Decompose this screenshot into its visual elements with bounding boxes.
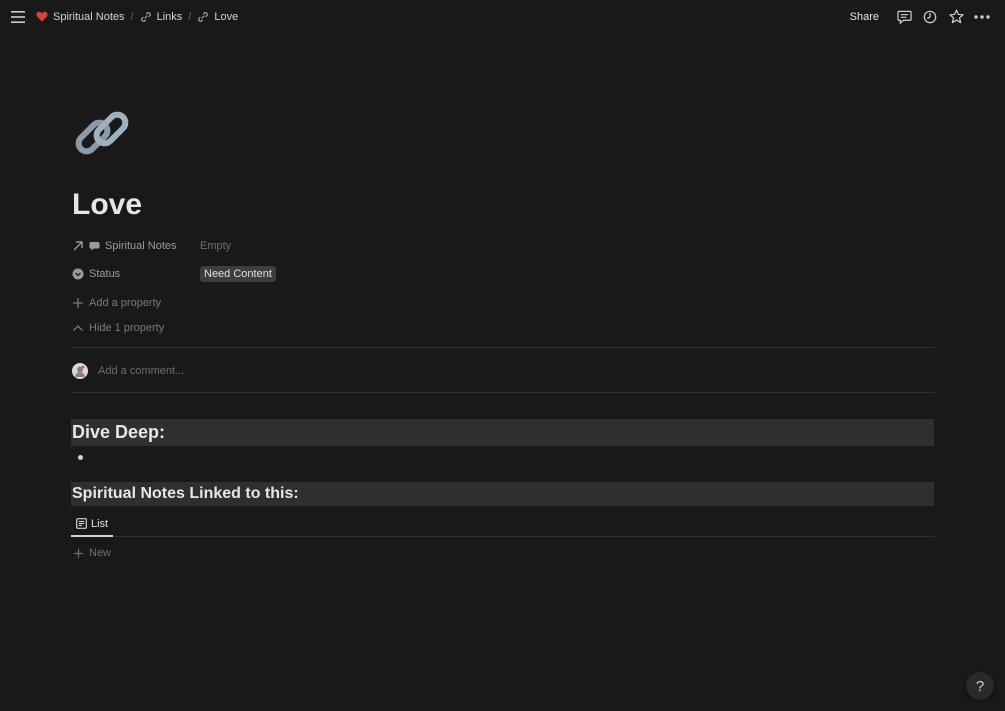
property-value[interactable]: Empty	[200, 240, 231, 252]
list-view-icon	[76, 518, 87, 529]
share-button[interactable]: Share	[850, 11, 879, 23]
breadcrumb-label: Links	[156, 10, 183, 23]
breadcrumb-label: Spiritual Notes	[53, 10, 125, 23]
breadcrumb-label: Love	[214, 10, 239, 23]
property-name[interactable]: Spiritual Notes	[72, 240, 200, 252]
more-icon	[974, 14, 990, 19]
relation-arrow-icon	[73, 241, 83, 251]
clock-icon	[923, 10, 937, 23]
breadcrumb-item-spiritual-notes[interactable]: Spiritual Notes	[36, 11, 125, 23]
heart-icon	[36, 11, 48, 22]
chevron-up-icon	[73, 325, 83, 331]
hide-property-row: Hide 1 property	[72, 316, 932, 340]
top-actions: Share	[850, 0, 995, 33]
divider	[72, 392, 934, 393]
sidebar-menu-button[interactable]	[8, 7, 28, 27]
page-title[interactable]: Love	[72, 188, 142, 222]
breadcrumb: Spiritual Notes / Links / Love	[36, 0, 238, 33]
hamburger-icon	[11, 11, 25, 23]
updates-button[interactable]	[917, 4, 943, 30]
comment-row	[72, 361, 398, 381]
heading-dive-deep[interactable]: Dive Deep:	[71, 419, 934, 446]
page-icon[interactable]	[72, 103, 132, 163]
tab-list[interactable]: List	[71, 512, 113, 537]
plus-icon	[73, 298, 83, 308]
add-property-label: Add a property	[89, 297, 162, 309]
property-row-status: Status Need Content	[72, 262, 932, 286]
new-item-button[interactable]: New	[73, 545, 111, 561]
comment-input[interactable]	[98, 365, 398, 377]
star-icon	[948, 9, 964, 24]
hide-property-button[interactable]: Hide 1 property	[72, 322, 164, 334]
hide-property-label: Hide 1 property	[89, 322, 165, 334]
plus-icon	[73, 548, 84, 558]
link-icon	[198, 11, 209, 22]
top-bar: Spiritual Notes / Links / Love Share	[0, 0, 1005, 33]
bullet-point[interactable]	[78, 455, 83, 460]
breadcrumb-separator: /	[188, 10, 192, 23]
link-icon	[140, 11, 151, 22]
divider	[72, 347, 934, 348]
chat-bubble-icon	[89, 242, 100, 251]
heading-linked-notes[interactable]: Spiritual Notes Linked to this:	[71, 482, 934, 506]
property-label: Status	[89, 268, 121, 280]
status-icon	[72, 268, 84, 280]
database-view-tabs: List	[71, 512, 934, 537]
property-name[interactable]: Status	[72, 268, 200, 280]
avatar	[72, 363, 88, 379]
help-button[interactable]: ?	[966, 672, 994, 700]
more-options-button[interactable]	[969, 4, 995, 30]
comments-button[interactable]	[891, 4, 917, 30]
breadcrumb-separator: /	[130, 10, 134, 23]
tab-label: List	[91, 517, 109, 530]
add-property-row: Add a property	[72, 291, 932, 315]
breadcrumb-item-links[interactable]: Links	[140, 10, 183, 23]
property-row-spiritual-notes: Spiritual Notes Empty	[72, 234, 932, 258]
add-property-button[interactable]: Add a property	[72, 297, 161, 309]
favorite-button[interactable]	[943, 4, 969, 30]
breadcrumb-item-love[interactable]: Love	[197, 11, 238, 23]
new-item-label: New	[89, 547, 112, 559]
property-label: Spiritual Notes	[105, 240, 177, 252]
status-badge[interactable]: Need Content	[200, 266, 276, 282]
user-avatar-icon	[72, 363, 88, 379]
comment-icon	[896, 10, 912, 24]
link-emoji-icon	[75, 111, 129, 155]
